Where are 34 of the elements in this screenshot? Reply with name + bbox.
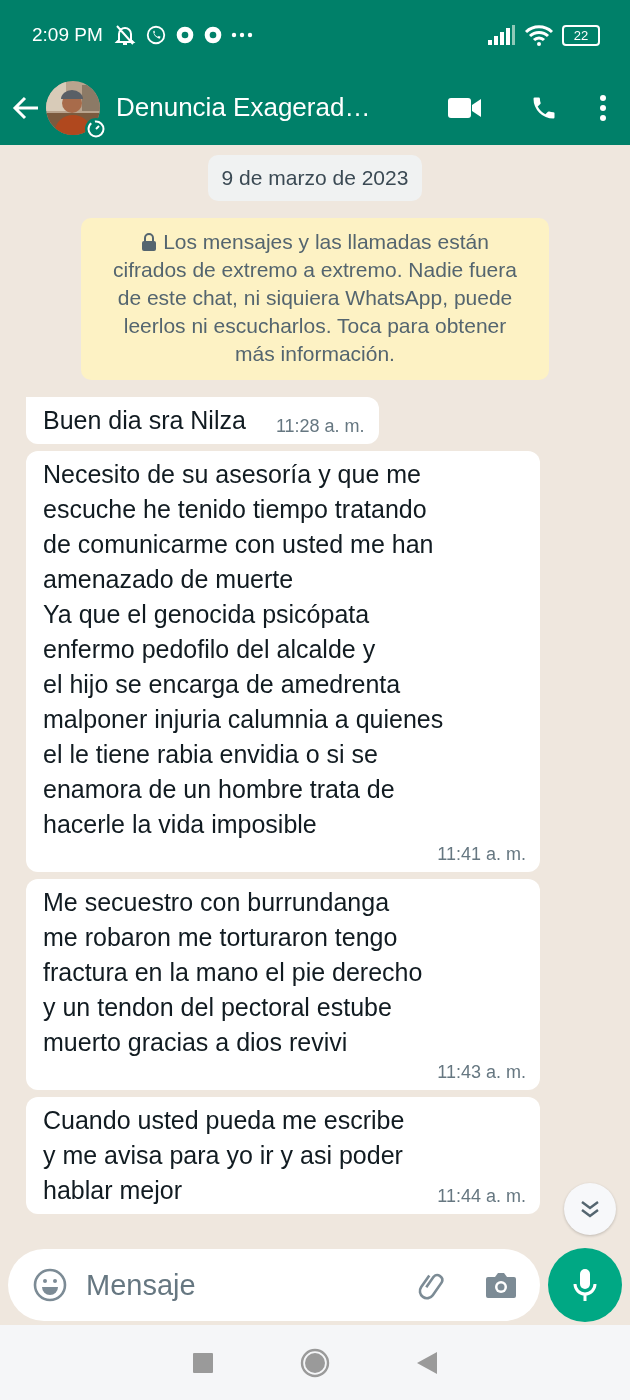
message-text: Me secuestro con burrundanga me robaron me torturaron tengo fractura en la mano el pie derecho y un tendon del pectoral estube muerto gracias a dios revivi (43, 887, 423, 1058)
menu-icon[interactable] (598, 93, 608, 122)
emoji-icon[interactable] (32, 1267, 68, 1303)
message-box[interactable]: Mensaje (8, 1249, 540, 1321)
browser-icon (202, 25, 223, 45)
timer-icon (84, 116, 108, 141)
message-field[interactable]: Mensaje (84, 1267, 400, 1303)
video-camera-icon[interactable] (448, 96, 482, 119)
chevrons-down-icon (579, 1199, 601, 1219)
message-time: 11:28 a. m. (274, 415, 365, 438)
home-nav-icon[interactable] (300, 1347, 330, 1378)
signal-icon (488, 25, 516, 45)
battery-icon: 22 (562, 24, 600, 46)
message-text: Cuando usted pueda me escribe y me avisa para yo ir y asi poder hablar mejor (43, 1105, 405, 1206)
muted-bell-icon (112, 23, 137, 47)
wifi-icon (524, 24, 554, 46)
message-time: 11:44 a. m. (436, 1185, 526, 1208)
date-chip: 9 de marzo de 2023 (207, 155, 423, 201)
message-text: Necesito de su asesoría y que me escuche he tenido tiempo tratando de comunicarme con usted me han amenazado de muerte Ya que el genocida psicópata enfermo pedofilo del alcalde y el hijo se encarga de amedrenta malponer injuria calumnia a quienes el le tiene rabia envidia o si se enamora de un hombre trata de hacerle la vida imposible (43, 459, 444, 840)
status-time: 2:09 PM (32, 24, 103, 46)
back-arrow-icon[interactable] (12, 94, 40, 121)
message-text: Buen dia sra Nilza (43, 405, 246, 436)
message-time: 11:43 a. m. (436, 1061, 526, 1084)
scroll-down-button[interactable] (564, 1183, 616, 1235)
square-nav-icon[interactable] (193, 1352, 214, 1373)
more-dots-icon (230, 32, 253, 38)
lock-icon (141, 233, 158, 251)
encryption-notice[interactable]: Los mensajes y las llamadas están cifrados de extremo a extremo. Nadie fuera de este chat, ni siquiera WhatsApp, puede leerlos ni escucharlos. Toca para obtener más información. (81, 218, 549, 380)
camera-icon[interactable] (484, 1270, 518, 1300)
back-nav-icon[interactable] (416, 1351, 437, 1374)
chat-app-icon (144, 24, 167, 46)
microphone-icon (572, 1267, 598, 1303)
browser-icon (174, 25, 195, 45)
message-time: 11:41 a. m. (436, 843, 526, 866)
